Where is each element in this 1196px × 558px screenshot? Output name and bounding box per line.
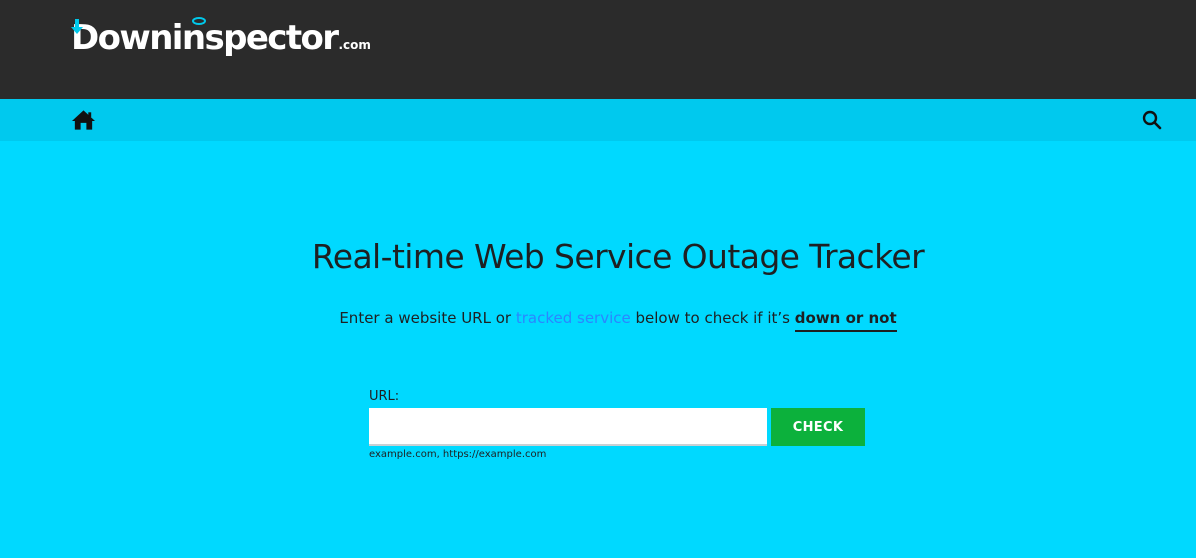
url-input[interactable]: [369, 408, 767, 446]
hero-subtitle: Enter a website URL or tracked service b…: [0, 309, 1196, 332]
hero-section: Real-time Web Service Outage Tracker Ent…: [0, 141, 1196, 558]
site-header: Downinspector .com: [0, 0, 1196, 99]
halo-icon: [192, 17, 206, 25]
down-arrow-icon: [71, 19, 83, 34]
check-button[interactable]: CHECK: [771, 408, 865, 446]
down-or-not-link[interactable]: down or not: [794, 309, 897, 332]
home-icon[interactable]: [71, 109, 96, 131]
page-title: Real-time Web Service Outage Tracker: [311, 237, 925, 276]
nav-bar: [0, 99, 1196, 141]
tracked-service-link[interactable]: tracked service: [516, 309, 631, 327]
search-icon[interactable]: [1142, 110, 1162, 130]
subtitle-text-middle: below to check if it’s: [630, 309, 795, 327]
subtitle-text-start: Enter a website URL or: [339, 309, 516, 327]
url-label: URL:: [369, 389, 400, 404]
url-hint: example.com, https://example.com: [369, 449, 547, 460]
site-logo[interactable]: Downinspector .com: [71, 16, 371, 60]
logo-suffix: .com: [338, 38, 371, 52]
